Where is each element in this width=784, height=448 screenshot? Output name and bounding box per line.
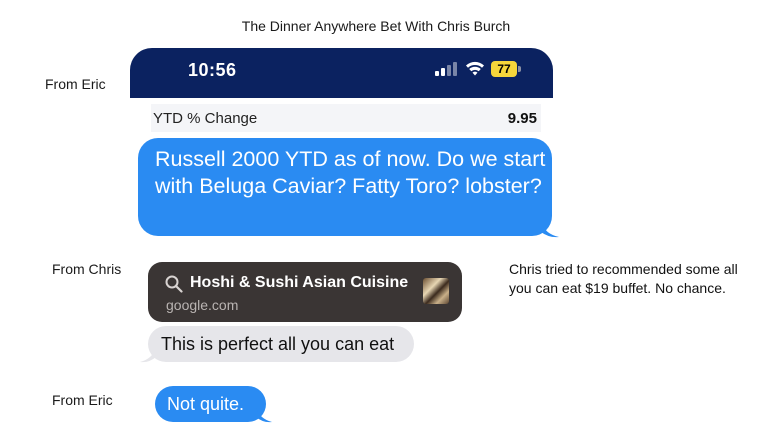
page-title: The Dinner Anywhere Bet With Chris Burch xyxy=(241,18,511,34)
message-bubble-chris[interactable]: This is perfect all you can eat xyxy=(148,326,414,362)
sender-label-eric-2: From Eric xyxy=(52,392,113,408)
ytd-value: 9.95 xyxy=(507,110,537,127)
search-icon xyxy=(165,275,183,293)
bubble-tail xyxy=(541,222,559,238)
battery-nub xyxy=(518,66,521,72)
signal-icon xyxy=(435,62,459,76)
bubble-tail xyxy=(140,348,156,363)
battery-icon: 77 xyxy=(491,61,517,77)
sender-label-chris: From Chris xyxy=(52,261,122,277)
ytd-label: YTD % Change xyxy=(153,110,258,127)
bubble-tail xyxy=(256,408,272,423)
phone-status-bar: 10:56 77 xyxy=(130,48,553,98)
side-note: Chris tried to recommended some all you … xyxy=(509,261,738,296)
ytd-change-row: YTD % Change 9.95 xyxy=(151,104,541,132)
link-url: google.com xyxy=(166,297,239,313)
link-preview-card[interactable]: Hoshi & Sushi Asian Cuisine google.com xyxy=(148,262,462,322)
restaurant-thumbnail xyxy=(423,278,449,304)
message-text: Not quite. xyxy=(167,394,245,414)
message-bubble-eric-2[interactable]: Not quite. xyxy=(155,386,266,422)
wifi-icon xyxy=(466,61,484,76)
sender-label-eric: From Eric xyxy=(45,76,106,92)
link-title: Hoshi & Sushi Asian Cuisine xyxy=(190,274,409,291)
message-text: Russell 2000 YTD as of now. Do we start … xyxy=(155,147,546,198)
status-time: 10:56 xyxy=(188,60,237,80)
message-bubble-eric-1[interactable]: Russell 2000 YTD as of now. Do we start … xyxy=(138,138,552,236)
message-text: This is perfect all you can eat xyxy=(161,334,395,354)
